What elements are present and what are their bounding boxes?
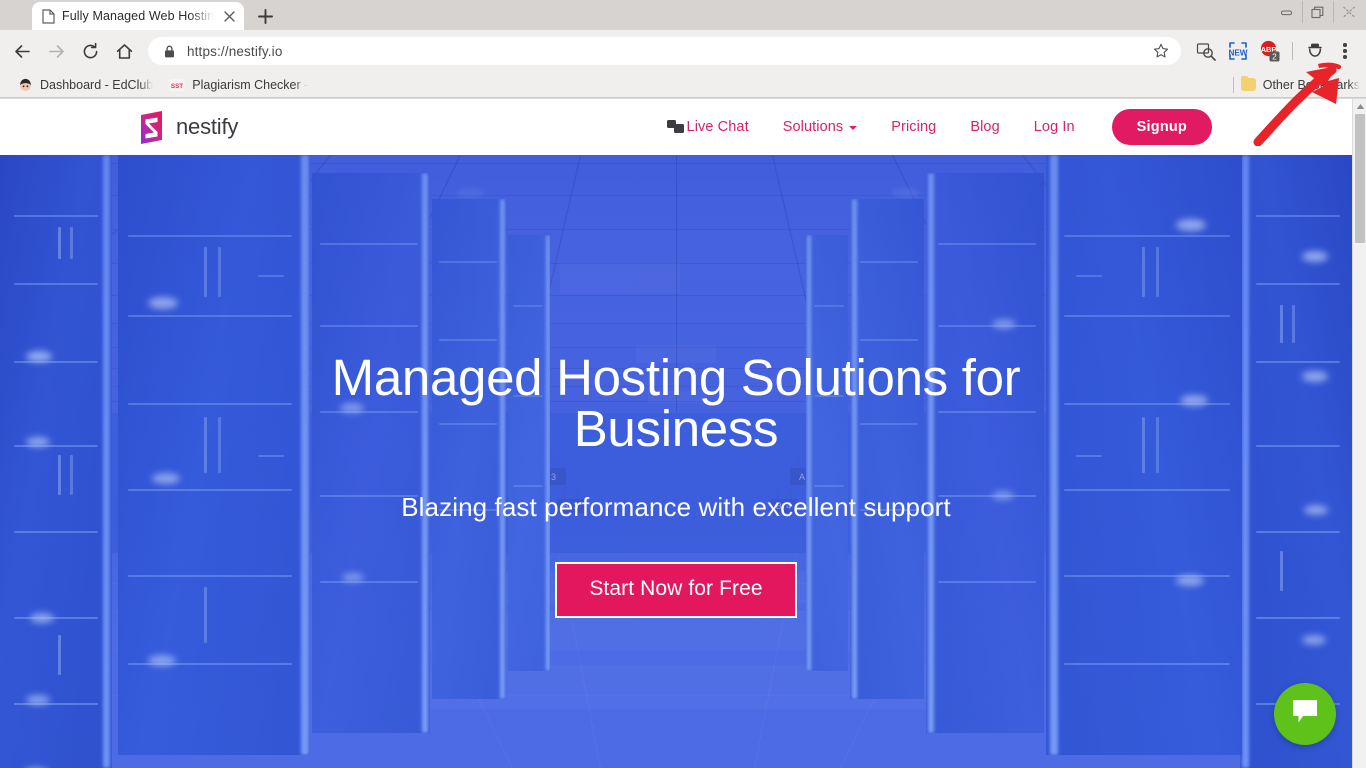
bookmark-item[interactable]: SST Plagiarism Checker - [162, 74, 315, 96]
url-text: https://nestify.io [187, 43, 283, 59]
chrome-menu-button[interactable] [1332, 36, 1358, 66]
nav-label: Log In [1033, 119, 1075, 135]
window-controls [1271, 0, 1364, 24]
chevron-down-icon [849, 126, 858, 130]
page-icon [42, 8, 55, 24]
nav-item-pricing[interactable]: Pricing [874, 119, 953, 135]
bookmarks-bar: Dashboard - EdClub SST Plagiarism Checke… [0, 72, 1366, 98]
close-icon[interactable] [221, 8, 238, 25]
restore-icon[interactable] [1302, 1, 1333, 23]
nav-label: Blog [970, 119, 1000, 135]
back-arrow-icon[interactable] [6, 35, 38, 67]
brand-logo[interactable]: nestify [138, 110, 239, 144]
scrollbar-thumb[interactable] [1355, 114, 1365, 243]
bookmark-star-icon[interactable] [1147, 37, 1175, 65]
close-window-icon[interactable] [1333, 1, 1364, 23]
nav-label: Live Chat [686, 119, 749, 135]
reload-icon[interactable] [74, 35, 106, 67]
browser-toolbar: https://nestify.io NEW ABP 2 [0, 30, 1366, 72]
page-viewport: nestify Live Chat Solutions Pricing Blog [0, 99, 1366, 768]
adblock-icon[interactable]: ABP 2 [1255, 36, 1285, 66]
bookmark-item[interactable]: Dashboard - EdClub [10, 74, 160, 96]
nav-label: Pricing [891, 119, 937, 135]
profile-icon[interactable] [1300, 36, 1330, 66]
brand-name: nestify [176, 114, 239, 139]
site-navigation: Live Chat Solutions Pricing Blog Log In … [650, 109, 1352, 145]
bookmark-label: Plagiarism Checker - [192, 77, 309, 92]
secure-lock-icon [162, 44, 176, 59]
scroll-up-arrow-icon[interactable] [1353, 99, 1366, 113]
chat-widget-button[interactable] [1274, 683, 1336, 745]
nestify-logo-icon [138, 110, 165, 144]
address-bar[interactable]: https://nestify.io [148, 37, 1181, 65]
nav-item-log-in[interactable]: Log In [1017, 119, 1092, 135]
new-tab-button[interactable] [252, 3, 278, 29]
bookmarks-divider [1232, 76, 1234, 93]
folder-icon [1240, 75, 1256, 91]
chat-bubbles-icon [666, 119, 685, 135]
sst-icon: SST [169, 77, 185, 93]
page-scrollbar[interactable] [1352, 99, 1366, 768]
hero-heading: Managed Hosting Solutions for Business [331, 349, 1021, 457]
hero-subheading: Blazing fast performance with excellent … [401, 492, 951, 522]
toolbar-divider [1292, 42, 1293, 60]
nav-label: Solutions [782, 119, 844, 135]
nav-item-live-chat[interactable]: Live Chat [650, 119, 766, 135]
signup-button[interactable]: Signup [1111, 109, 1212, 145]
nav-item-solutions[interactable]: Solutions [766, 119, 875, 135]
browser-titlebar: Fully Managed Web Hosting USA [0, 0, 1366, 30]
browser-tab[interactable]: Fully Managed Web Hosting USA [32, 2, 244, 30]
adblock-badge-count: 2 [1272, 51, 1277, 61]
other-bookmarks-label[interactable]: Other Bookmarks [1263, 78, 1360, 92]
reading-mode-icon[interactable] [1191, 36, 1221, 66]
nav-item-blog[interactable]: Blog [953, 119, 1016, 135]
edclub-avatar-icon [17, 77, 33, 93]
new-extension-icon[interactable]: NEW [1223, 36, 1253, 66]
site-header: nestify Live Chat Solutions Pricing Blog [0, 99, 1352, 155]
svg-text:SST: SST [171, 83, 183, 90]
hero-section: A 3 A 4 B 3 B 4 [0, 155, 1352, 768]
bookmark-label: Dashboard - EdClub [40, 77, 154, 92]
minimize-icon[interactable] [1271, 1, 1302, 23]
home-icon[interactable] [108, 35, 140, 67]
hero-content: Managed Hosting Solutions for Business B… [0, 155, 1352, 768]
other-bookmarks-group: Other Bookmarks [1232, 75, 1360, 93]
svg-text:NEW: NEW [1228, 49, 1247, 58]
tab-title: Fully Managed Web Hosting USA [62, 9, 214, 23]
browser-window: Fully Managed Web Hosting USA [0, 0, 1366, 768]
forward-arrow-icon[interactable] [40, 35, 72, 67]
start-now-button[interactable]: Start Now for Free [555, 562, 797, 618]
speech-bubble-icon [1290, 698, 1320, 730]
